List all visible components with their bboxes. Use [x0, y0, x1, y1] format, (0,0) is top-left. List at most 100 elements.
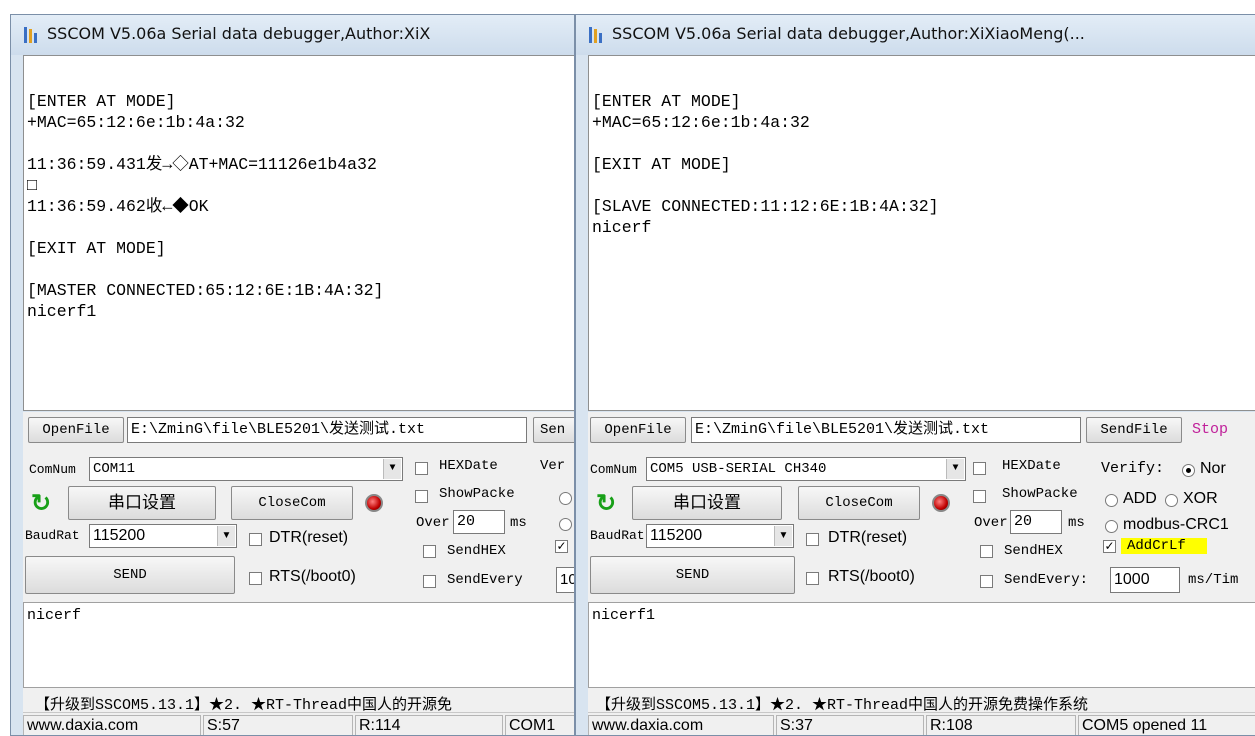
status-com: COM5 opened 11: [1078, 715, 1255, 735]
file-path-input[interactable]: E:\ZminG\file\BLE5201\发送测试.txt: [127, 417, 527, 443]
sendevery-input[interactable]: 10: [556, 567, 574, 593]
terminal-line: [ENTER AT MODE]: [592, 92, 741, 111]
baudrate-value: 115200: [93, 527, 146, 544]
stop-button[interactable]: Stop: [1192, 421, 1228, 438]
terminal-line: 11:36:59.462收←◆OK: [27, 197, 209, 216]
baudrate-label: BaudRat: [25, 528, 80, 543]
terminal-line: 11:36:59.431发→◇AT+MAC=11126e1b4a32: [27, 155, 377, 174]
comnum-value: COM11: [93, 461, 136, 477]
sendevery-checkbox[interactable]: [423, 575, 436, 588]
file-path-input[interactable]: E:\ZminG\file\BLE5201\发送测试.txt: [691, 417, 1081, 443]
status-website[interactable]: www.daxia.com: [588, 715, 774, 735]
chevron-down-icon[interactable]: ▼: [383, 459, 401, 479]
sendevery-input[interactable]: 1000: [1110, 567, 1180, 593]
sendevery-checkbox[interactable]: [980, 575, 993, 588]
verify-modbus-radio[interactable]: [1105, 520, 1118, 533]
chevron-down-icon[interactable]: ▼: [217, 526, 235, 546]
title-bar[interactable]: SSCOM V5.06a Serial data debugger,Author…: [11, 15, 574, 55]
status-website[interactable]: www.daxia.com: [23, 715, 201, 735]
receive-terminal[interactable]: [ENTER AT MODE] +MAC=65:12:6e:1b:4a:32 11:…: [23, 55, 574, 411]
addcrlf-label: AddCrLf: [1121, 538, 1207, 554]
status-received-count: R:108: [926, 715, 1076, 735]
verify-radio-2[interactable]: [559, 518, 572, 531]
hexdate-checkbox[interactable]: [415, 462, 428, 475]
chevron-down-icon[interactable]: ▼: [774, 526, 792, 546]
showpacket-label: ShowPacke: [1002, 486, 1078, 502]
rts-label: RTS(/boot0): [269, 568, 356, 585]
refresh-icon[interactable]: ↻: [596, 489, 616, 518]
chevron-down-icon[interactable]: ▼: [946, 459, 964, 479]
sendhex-checkbox[interactable]: [980, 545, 993, 558]
port-status-led-icon: [932, 494, 950, 512]
rts-label: RTS(/boot0): [828, 568, 915, 585]
sscom-window-left: SSCOM V5.06a Serial data debugger,Author…: [10, 14, 575, 736]
control-panel: OpenFile E:\ZminG\file\BLE5201\发送测试.txt …: [23, 412, 574, 714]
send-button[interactable]: SEND: [25, 556, 235, 594]
app-icon: [24, 27, 37, 43]
dtr-checkbox[interactable]: [806, 533, 819, 546]
terminal-line: [SLAVE CONNECTED:11:12:6E:1B:4A:32]: [592, 197, 939, 216]
window-title: SSCOM V5.06a Serial data debugger,Author…: [47, 24, 431, 43]
verify-xor-radio[interactable]: [1165, 494, 1178, 507]
receive-terminal[interactable]: [ENTER AT MODE] +MAC=65:12:6e:1b:4a:32 [EX…: [588, 55, 1255, 411]
hexdate-label: HEXDate: [439, 458, 498, 474]
sendhex-checkbox[interactable]: [423, 545, 436, 558]
verify-none-label: Nor: [1200, 460, 1226, 477]
hexdate-label: HEXDate: [1002, 458, 1061, 474]
verify-add-radio[interactable]: [1105, 494, 1118, 507]
rts-checkbox[interactable]: [806, 572, 819, 585]
send-text-area[interactable]: nicerf1: [588, 602, 1255, 688]
ms-label: ms: [1068, 515, 1085, 531]
addcrlf-checkbox[interactable]: ✓: [555, 540, 568, 553]
comnum-label: ComNum: [29, 462, 76, 477]
verify-add-label: ADD: [1123, 490, 1157, 507]
baudrate-value: 115200: [650, 527, 703, 544]
showpacket-checkbox[interactable]: [415, 490, 428, 503]
verify-modbus-label: modbus-CRC1: [1123, 516, 1229, 533]
verify-xor-label: XOR: [1183, 490, 1218, 507]
port-settings-button[interactable]: 串口设置: [632, 486, 782, 520]
status-com: COM1: [505, 715, 574, 735]
terminal-line: +MAC=65:12:6e:1b:4a:32: [27, 113, 245, 132]
over-input[interactable]: 20: [453, 510, 505, 534]
verify-none-radio[interactable]: [1182, 464, 1195, 477]
comnum-select[interactable]: COM5 USB-SERIAL CH340 ▼: [646, 457, 966, 481]
verify-label: Ver: [540, 458, 566, 474]
title-bar[interactable]: SSCOM V5.06a Serial data debugger,Author…: [576, 15, 1255, 55]
hexdate-checkbox[interactable]: [973, 462, 986, 475]
openfile-button[interactable]: OpenFile: [590, 417, 686, 443]
showpacket-label: ShowPacke: [439, 486, 515, 502]
send-button[interactable]: SEND: [590, 556, 795, 594]
rts-checkbox[interactable]: [249, 572, 262, 585]
baudrate-select[interactable]: 115200 ▼: [89, 524, 237, 548]
dtr-label: DTR(reset): [828, 529, 908, 546]
dtr-label: DTR(reset): [269, 529, 349, 546]
status-received-count: R:114: [355, 715, 503, 735]
comnum-label: ComNum: [590, 462, 637, 477]
closecom-button[interactable]: CloseCom: [231, 486, 353, 520]
refresh-icon[interactable]: ↻: [31, 489, 51, 518]
terminal-line: [EXIT AT MODE]: [592, 155, 731, 174]
sendfile-button[interactable]: Sen: [533, 417, 574, 443]
terminal-line: nicerf: [592, 218, 652, 237]
verify-label: Verify:: [1101, 460, 1165, 477]
port-settings-button[interactable]: 串口设置: [68, 486, 216, 520]
terminal-line: +MAC=65:12:6e:1b:4a:32: [592, 113, 810, 132]
over-input[interactable]: 20: [1010, 510, 1062, 534]
send-text-area[interactable]: nicerf: [23, 602, 574, 688]
dtr-checkbox[interactable]: [249, 533, 262, 546]
showpacket-checkbox[interactable]: [973, 490, 986, 503]
status-sent-count: S:37: [776, 715, 924, 735]
sendfile-button[interactable]: SendFile: [1086, 417, 1182, 443]
closecom-button[interactable]: CloseCom: [798, 486, 920, 520]
baudrate-select[interactable]: 115200 ▼: [646, 524, 794, 548]
addcrlf-checkbox[interactable]: ✓: [1103, 540, 1116, 553]
verify-radio-1[interactable]: [559, 492, 572, 505]
openfile-button[interactable]: OpenFile: [28, 417, 124, 443]
sendevery-label: SendEvery:: [1004, 572, 1089, 588]
terminal-line: □: [27, 176, 37, 195]
comnum-value: COM5 USB-SERIAL CH340: [650, 461, 827, 477]
comnum-select[interactable]: COM11 ▼: [89, 457, 403, 481]
